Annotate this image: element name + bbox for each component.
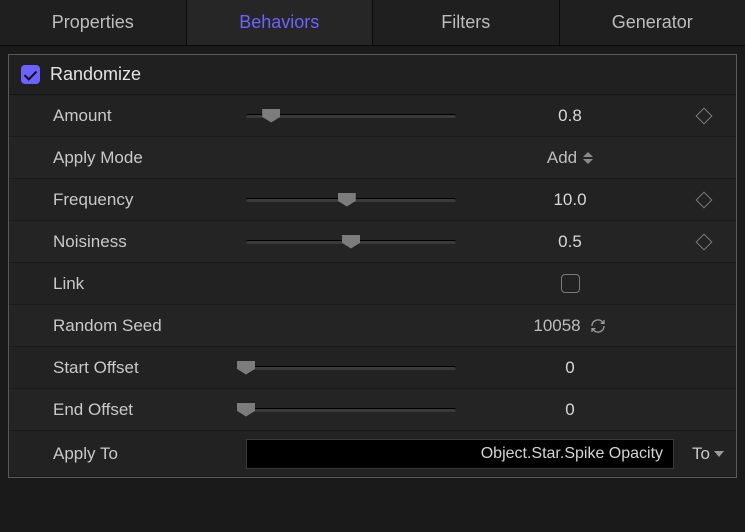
section-header: Randomize [9,55,736,95]
param-row-frequency: Frequency 10.0 [9,179,736,221]
noisiness-value[interactable]: 0.5 [464,232,676,252]
keyframe-icon[interactable] [696,107,713,124]
param-row-apply-to: Apply To Object.Star.Spike Opacity To [9,431,736,477]
param-row-noisiness: Noisiness 0.5 [9,221,736,263]
end-offset-slider[interactable] [246,408,456,412]
param-label: Random Seed [53,316,238,336]
frequency-slider[interactable] [246,198,456,202]
param-row-end-offset: End Offset 0 [9,389,736,431]
param-label: End Offset [53,400,238,420]
param-label: Amount [53,106,238,126]
tab-label: Behaviors [239,12,319,33]
enable-checkbox[interactable] [21,65,40,84]
apply-to-field[interactable]: Object.Star.Spike Opacity [246,439,674,469]
select-value: Add [547,148,577,168]
start-offset-value[interactable]: 0 [464,358,676,378]
noisiness-slider[interactable] [246,240,456,244]
frequency-value[interactable]: 10.0 [464,190,676,210]
param-label: Apply Mode [53,148,238,168]
to-label: To [692,444,710,464]
param-row-apply-mode: Apply Mode Add [9,137,736,179]
param-label: Start Offset [53,358,238,378]
param-label: Frequency [53,190,238,210]
tab-label: Filters [441,12,490,33]
param-row-amount: Amount 0.8 [9,95,736,137]
tab-behaviors[interactable]: Behaviors [187,0,374,45]
keyframe-icon[interactable] [696,233,713,250]
keyframe-icon[interactable] [696,191,713,208]
chevron-down-icon [714,451,724,457]
tab-properties[interactable]: Properties [0,0,187,45]
param-label: Noisiness [53,232,238,252]
apply-mode-select[interactable]: Add [464,148,676,168]
tab-label: Properties [52,12,134,33]
apply-to-value: Object.Star.Spike Opacity [481,445,663,463]
tab-label: Generator [612,12,693,33]
behavior-panel: Randomize Amount 0.8 Apply Mode Add Freq… [8,54,737,478]
tab-filters[interactable]: Filters [373,0,560,45]
param-label: Apply To [53,444,238,464]
section-title: Randomize [50,64,141,85]
random-seed-value[interactable]: 10058 [533,316,580,336]
stepper-icon [583,152,593,164]
inspector-tabs: Properties Behaviors Filters Generator [0,0,745,46]
param-row-start-offset: Start Offset 0 [9,347,736,389]
start-offset-slider[interactable] [246,366,456,370]
apply-to-menu[interactable]: To [692,444,724,464]
param-label: Link [53,274,238,294]
amount-value[interactable]: 0.8 [464,106,676,126]
param-row-random-seed: Random Seed 10058 [9,305,736,347]
param-row-link: Link [9,263,736,305]
end-offset-value[interactable]: 0 [464,400,676,420]
regenerate-icon[interactable] [589,317,607,335]
tab-generator[interactable]: Generator [560,0,745,45]
link-checkbox[interactable] [561,274,580,293]
amount-slider[interactable] [246,114,456,118]
